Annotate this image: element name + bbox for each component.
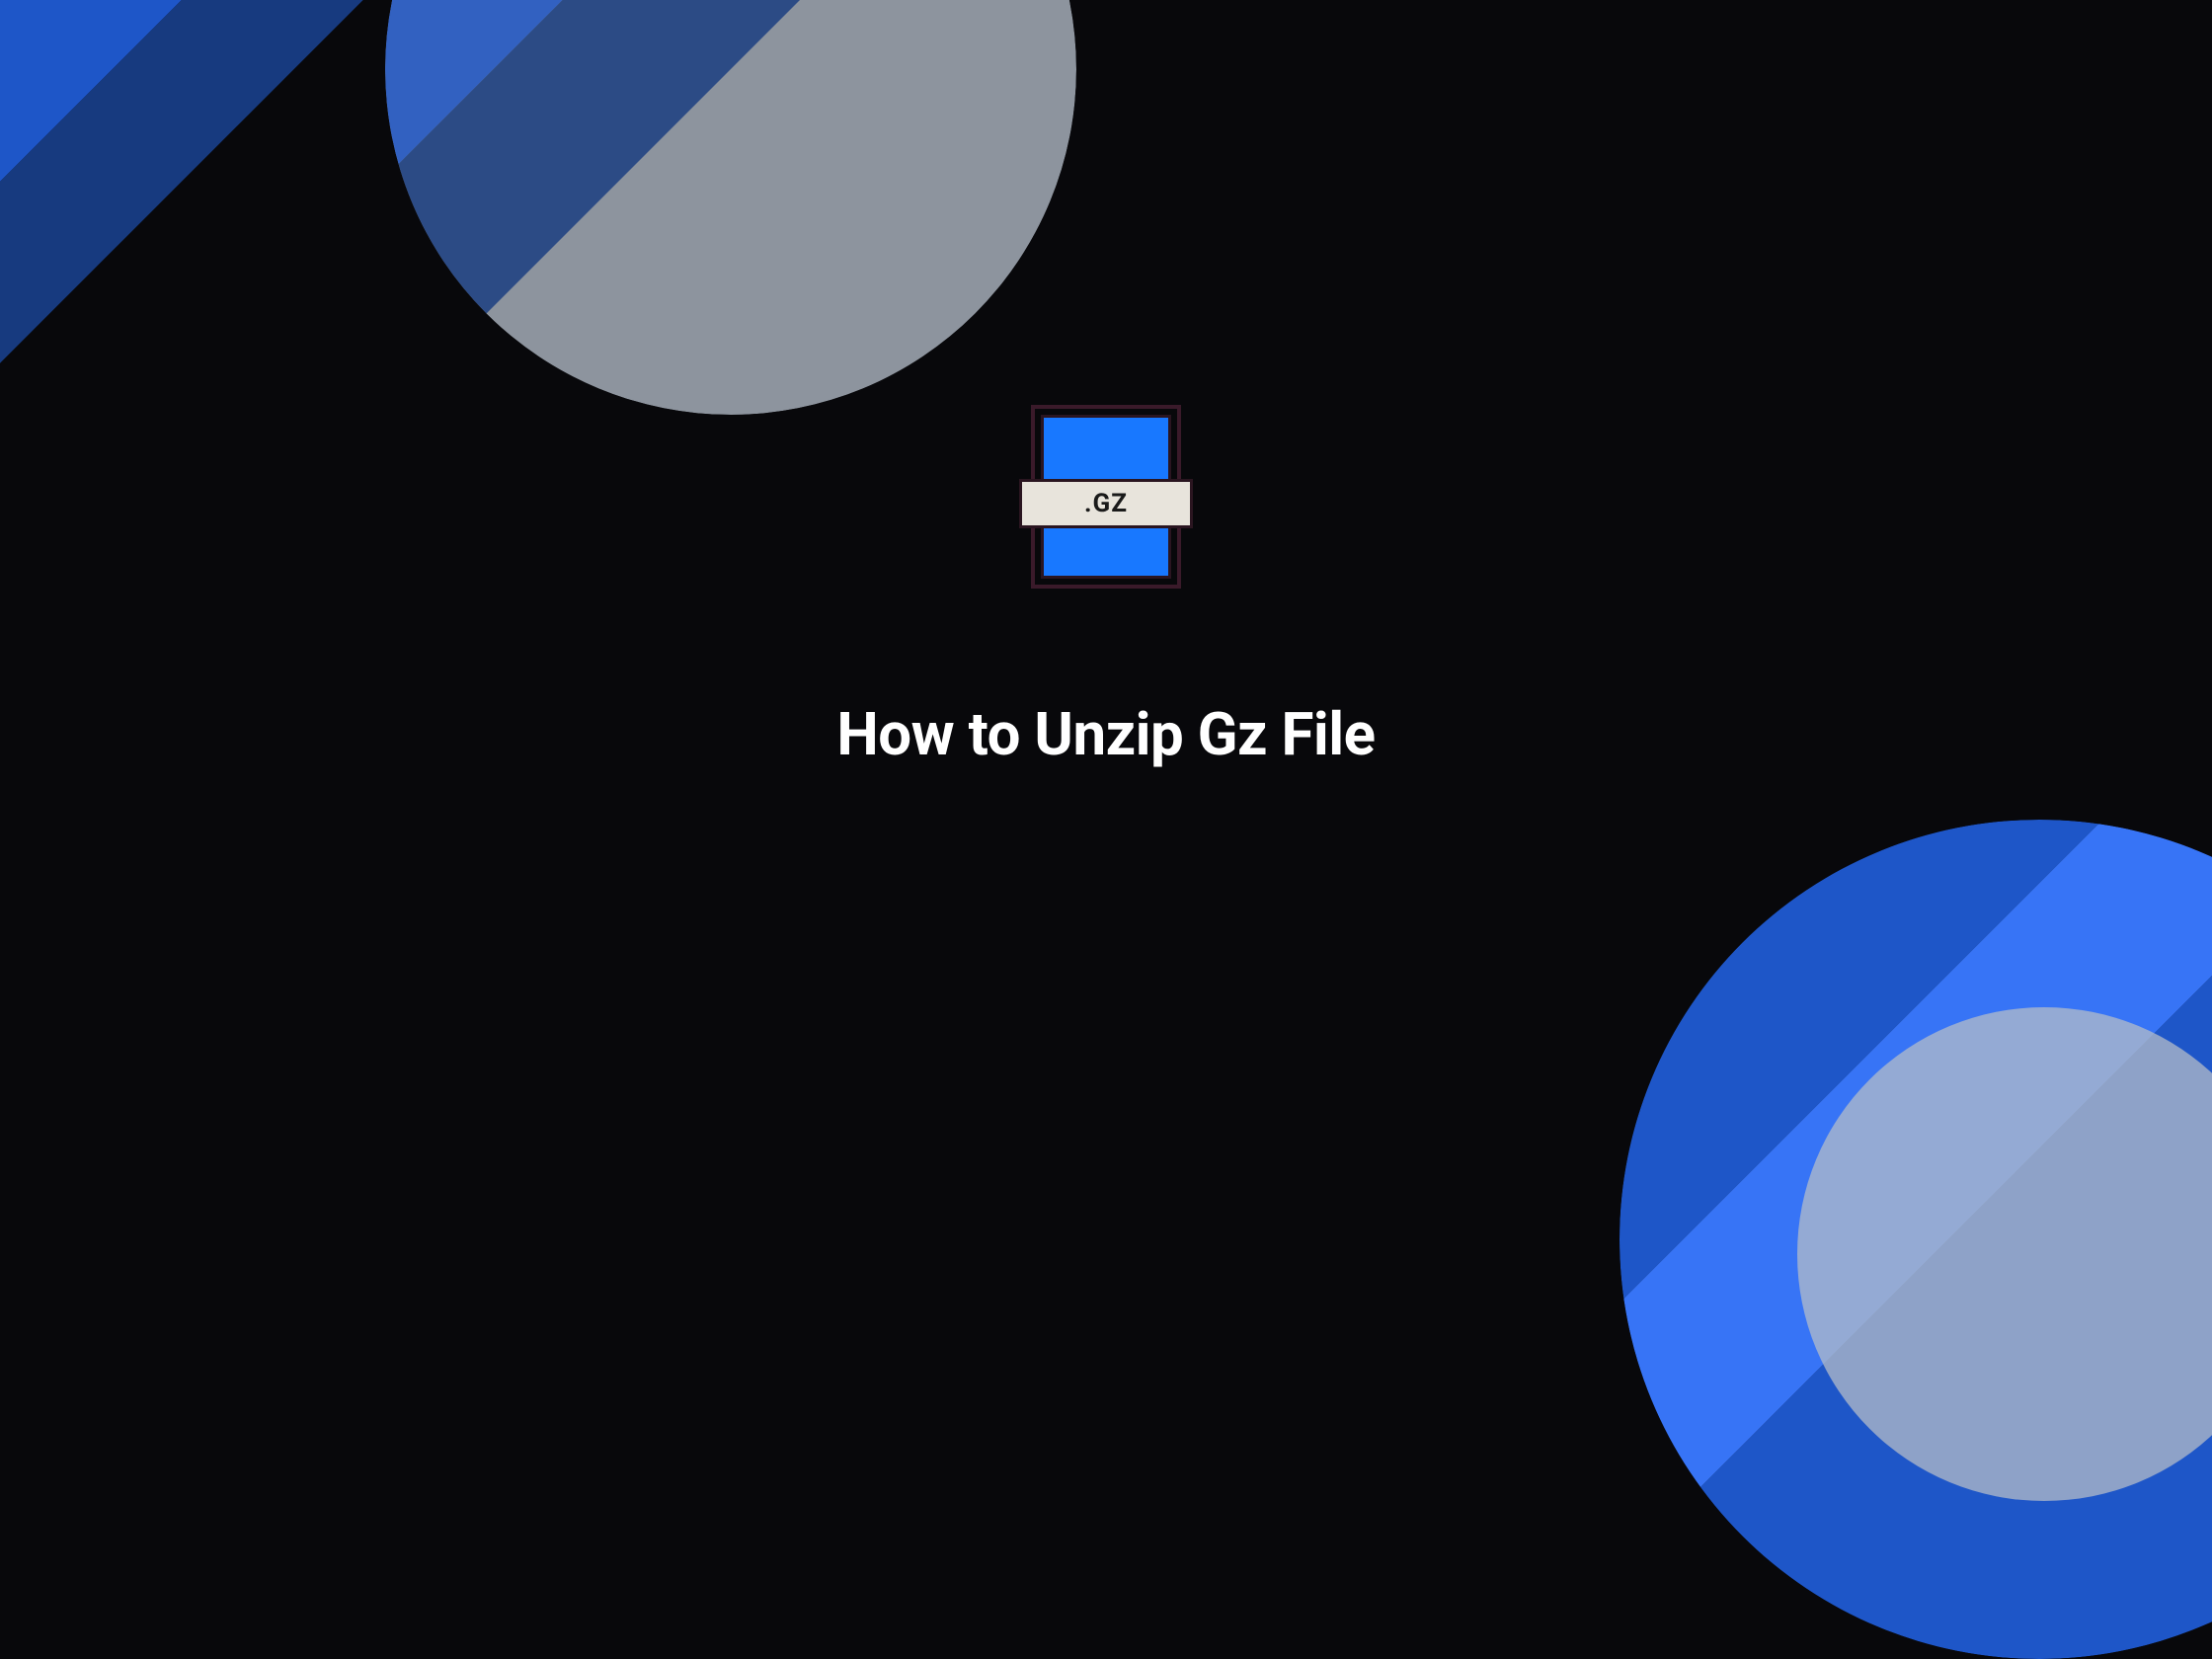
decorative-circle-top — [385, 0, 1076, 415]
page-title: How to Unzip Gz File — [0, 699, 2212, 769]
decorative-circle-gray — [1797, 1007, 2212, 1501]
decorative-circle-bottom-right — [1620, 820, 2212, 1659]
gz-file-icon: .GZ — [1031, 405, 1181, 589]
file-extension-label: .GZ — [1084, 489, 1128, 518]
